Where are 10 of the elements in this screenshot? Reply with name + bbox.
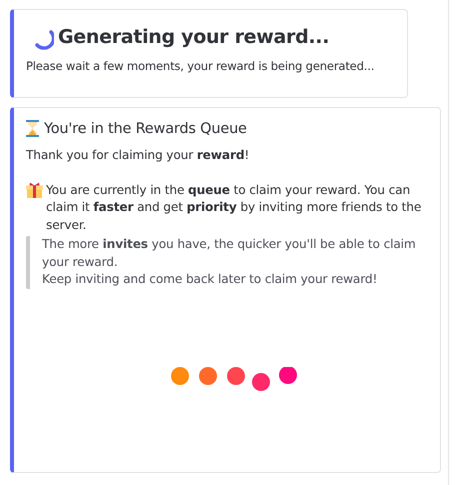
card-title: You're in the Rewards Queue [44,120,247,136]
paragraph: Thank you for claiming your reward! [26,147,250,164]
quote-text: Keep inviting and come back later to claim your reward! [42,271,378,288]
hourglass-icon [26,120,39,137]
gift-icon [26,182,43,198]
paragraph: You are currently in the queue to claim your reward. You can claim it faster and get priority by inviting more friends to the server. [46,182,422,234]
spinner-icon [32,28,54,50]
card-title: Generating your reward... [58,26,330,48]
quote-text: The more invites you have, the quicker you'll be able to claim your reward. [42,236,417,270]
status-message: Please wait a few moments, your reward is being generated... [26,59,376,73]
